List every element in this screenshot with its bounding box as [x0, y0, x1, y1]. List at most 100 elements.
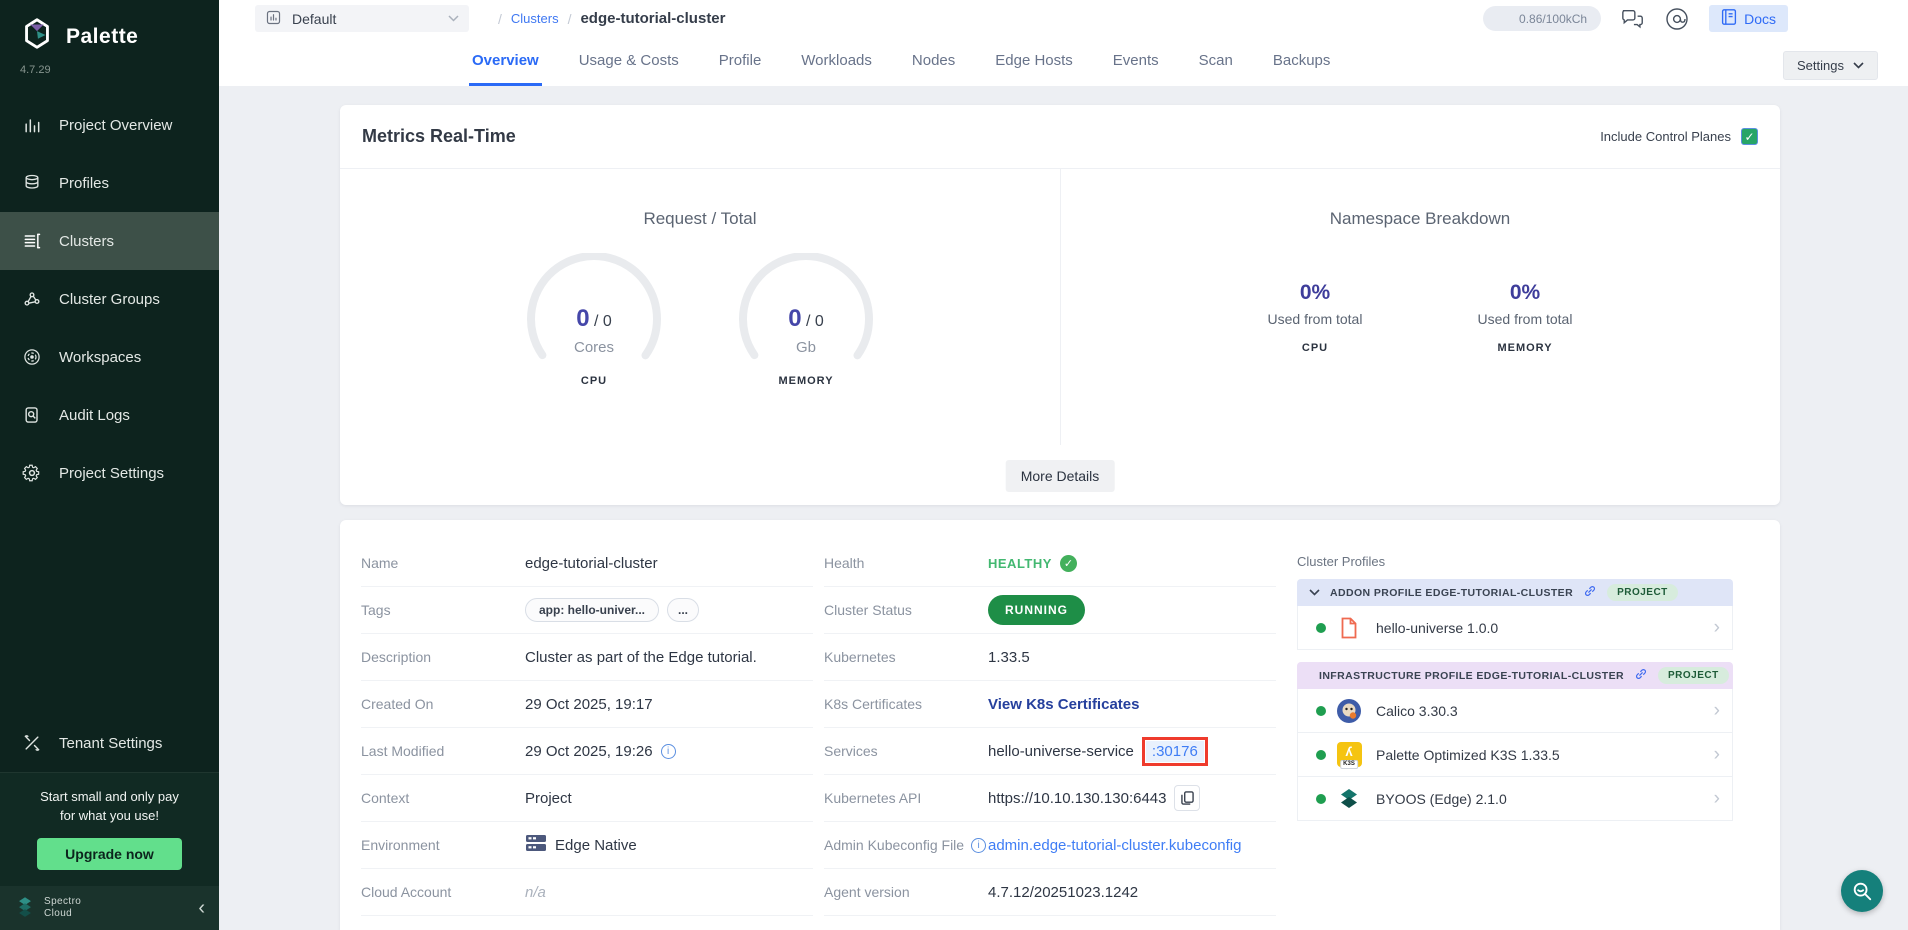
book-icon [1721, 8, 1737, 29]
sidebar-collapse-arrow[interactable]: ‹ [198, 898, 205, 918]
cluster-tabs: Overview Usage & Costs Profile Workloads… [469, 37, 1333, 86]
info-icon[interactable]: i [661, 744, 676, 759]
tools-icon [21, 732, 43, 754]
cluster-groups-icon [21, 288, 43, 310]
tag-chip[interactable]: app: hello-univer... [525, 598, 659, 622]
sidebar-item-profiles[interactable]: Profiles [0, 154, 219, 212]
sidebar-item-workspaces[interactable]: Workspaces [0, 328, 219, 386]
version-label: 4.7.29 [0, 60, 219, 82]
kubeconfig-download-link[interactable]: admin.edge-tutorial-cluster.kubeconfig [988, 837, 1241, 854]
detail-row-name: Name edge-tutorial-cluster [361, 540, 813, 587]
breadcrumb-clusters-link[interactable]: Clusters [511, 11, 559, 26]
project-scope-badge: PROJECT [1658, 667, 1729, 684]
vertical-divider [1060, 169, 1061, 445]
project-overview-icon [21, 114, 43, 136]
namespace-breakdown-panel: Namespace Breakdown 0% Used from total C… [1060, 169, 1780, 445]
sidebar-item-project-overview[interactable]: Project Overview [0, 96, 219, 154]
project-scope-value: Default [292, 11, 336, 27]
detail-row-kubernetes-api: Kubernetes API https://10.10.130.130:644… [824, 775, 1276, 822]
running-status-badge: RUNNING [988, 595, 1085, 625]
support-at-icon[interactable] [1665, 7, 1689, 31]
byoos-icon [1336, 786, 1362, 812]
tag-more-chip[interactable]: ... [667, 598, 699, 622]
sidebar-item-label: Cluster Groups [59, 291, 160, 308]
sidebar-item-tenant-settings[interactable]: Tenant Settings [0, 714, 219, 772]
detail-row-created-on: Created On 29 Oct 2025, 19:17 [361, 681, 813, 728]
tab-events[interactable]: Events [1110, 37, 1162, 86]
tab-workloads[interactable]: Workloads [798, 37, 875, 86]
feedback-chat-icon[interactable] [1621, 8, 1645, 30]
memory-gauge-label: MEMORY [731, 375, 881, 387]
info-icon[interactable]: i [971, 838, 986, 853]
hello-universe-icon [1336, 615, 1362, 641]
tab-backups[interactable]: Backups [1270, 37, 1334, 86]
sidebar-item-label: Profiles [59, 175, 109, 192]
details-right-column: Health HEALTHY ✓ Cluster Status RUNNING … [824, 540, 1276, 916]
memory-gauge: 0 / 0 Gb MEMORY [731, 253, 881, 403]
link-icon [1583, 584, 1597, 601]
link-icon [1634, 667, 1648, 684]
detail-row-context: Context Project [361, 775, 813, 822]
detail-row-agent-version: Agent version 4.7.12/20251023.1242 [824, 869, 1276, 916]
profile-layer-row-hello-universe[interactable]: hello-universe 1.0.0 › [1297, 606, 1733, 650]
gauges: 0 / 0 Cores CPU 0 / 0 [340, 253, 1060, 403]
gear-icon [21, 462, 43, 484]
copy-icon[interactable] [1174, 785, 1200, 811]
chevron-down-icon [1309, 589, 1320, 596]
project-scope-icon [265, 9, 282, 29]
docs-label: Docs [1744, 11, 1776, 27]
sidebar-item-label: Project Overview [59, 117, 172, 134]
breadcrumb-separator: / [498, 11, 502, 27]
calico-icon [1336, 698, 1362, 724]
sidebar-item-audit-logs[interactable]: Audit Logs [0, 386, 219, 444]
chevron-right-icon: › [1714, 617, 1720, 639]
cluster-profiles-title: Cluster Profiles [1297, 554, 1733, 569]
edge-native-icon [525, 834, 547, 856]
sidebar-item-project-settings[interactable]: Project Settings [0, 444, 219, 502]
detail-row-tags: Tags app: hello-univer... ... [361, 587, 813, 634]
palette-cluster-overview-page: Palette 4.7.29 Project Overview Profiles [0, 0, 1908, 930]
help-search-fab[interactable] [1841, 870, 1883, 912]
topbar: Default / Clusters / edge-tutorial-clust… [219, 0, 1908, 86]
metrics-body: Request / Total 0 / 0 Cores CPU [340, 169, 1780, 445]
upgrade-promo: Start small and only pay for what you us… [0, 772, 219, 886]
brand-row: Palette [0, 0, 219, 60]
more-details-button[interactable]: More Details [1006, 460, 1115, 492]
palette-logo-icon [18, 15, 56, 58]
sidebar-footer: Spectro Cloud ‹ [0, 886, 219, 930]
profile-layer-row-calico[interactable]: Calico 3.30.3 › [1297, 689, 1733, 733]
settings-button[interactable]: Settings [1783, 51, 1878, 80]
service-name: hello-universe-service [988, 743, 1134, 760]
chevron-down-icon [448, 15, 459, 22]
details-left-column: Name edge-tutorial-cluster Tags app: hel… [361, 540, 813, 916]
project-scope-select[interactable]: Default [255, 5, 469, 32]
tab-profile[interactable]: Profile [716, 37, 765, 86]
healthy-check-icon: ✓ [1060, 555, 1077, 572]
upgrade-now-button[interactable]: Upgrade now [37, 838, 182, 870]
metrics-title: Metrics Real-Time [362, 126, 516, 147]
addon-profile-header[interactable]: ADDON PROFILE EDGE-TUTORIAL-CLUSTER PROJ… [1297, 579, 1733, 606]
detail-row-health: Health HEALTHY ✓ [824, 540, 1276, 587]
tab-usage-costs[interactable]: Usage & Costs [576, 37, 682, 86]
tab-edge-hosts[interactable]: Edge Hosts [992, 37, 1076, 86]
sidebar-item-label: Audit Logs [59, 407, 130, 424]
memory-gauge-unit: Gb [731, 339, 881, 356]
project-scope-badge: PROJECT [1607, 584, 1678, 601]
include-control-planes: Include Control Planes ✓ [1600, 128, 1758, 145]
docs-button[interactable]: Docs [1709, 5, 1788, 32]
infrastructure-profile-header[interactable]: INFRASTRUCTURE PROFILE EDGE-TUTORIAL-CLU… [1297, 662, 1733, 689]
tab-scan[interactable]: Scan [1196, 37, 1236, 86]
profile-layer-row-k3s[interactable]: ʎ K3S Palette Optimized K3S 1.33.5 › [1297, 733, 1733, 777]
request-total-title: Request / Total [340, 209, 1060, 229]
usage-credits-pill: 0.86/100kCh [1483, 6, 1601, 31]
profile-layer-row-byoos[interactable]: BYOOS (Edge) 2.1.0 › [1297, 777, 1733, 821]
service-port-link[interactable]: :30176 [1146, 741, 1204, 762]
tab-nodes[interactable]: Nodes [909, 37, 958, 86]
sidebar-item-clusters[interactable]: Clusters [0, 212, 219, 270]
spectro-cloud-wordmark: Spectro Cloud [44, 896, 81, 920]
tab-overview[interactable]: Overview [469, 37, 542, 86]
sidebar: Palette 4.7.29 Project Overview Profiles [0, 0, 219, 930]
sidebar-item-cluster-groups[interactable]: Cluster Groups [0, 270, 219, 328]
view-k8s-certificates-link[interactable]: View K8s Certificates [988, 696, 1139, 713]
include-control-planes-checkbox[interactable]: ✓ [1741, 128, 1758, 145]
